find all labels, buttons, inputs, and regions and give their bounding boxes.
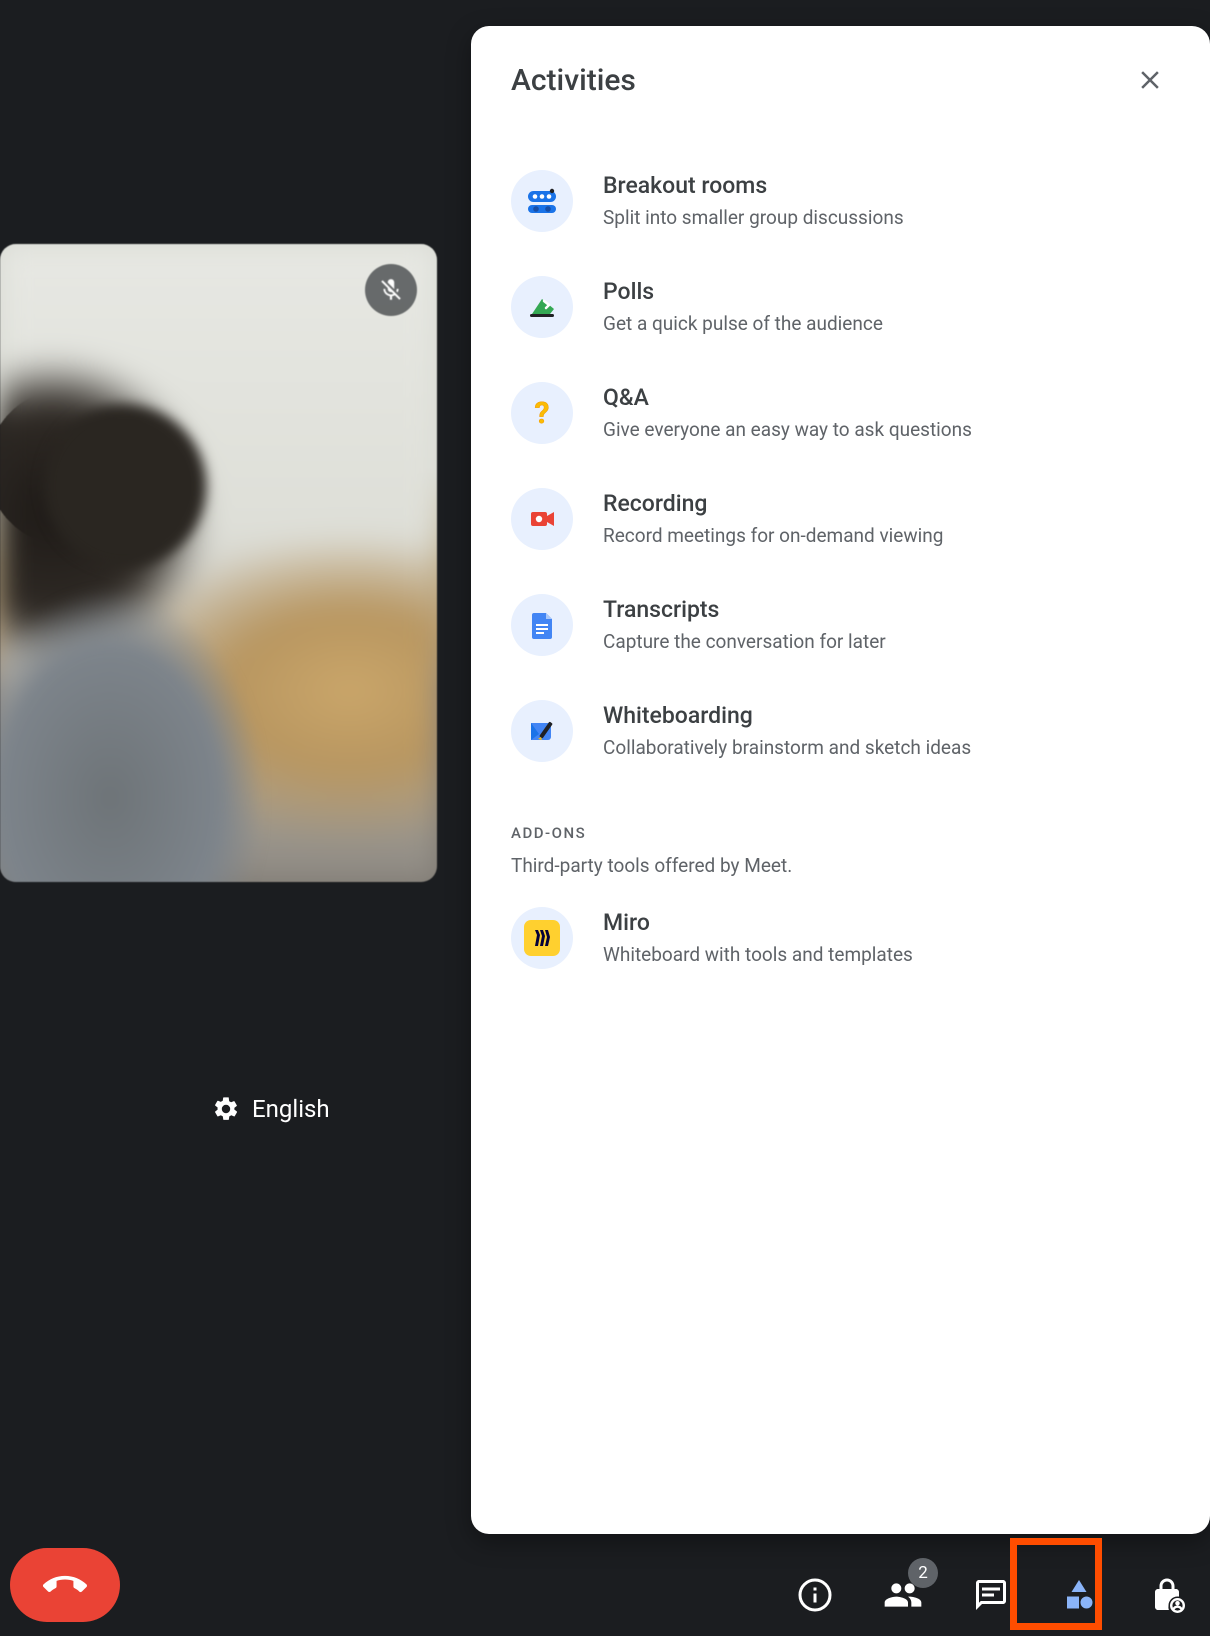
addon-title: Miro: [603, 909, 1170, 936]
polls-icon: [511, 276, 573, 338]
activity-title: Whiteboarding: [603, 702, 1170, 729]
chat-icon: [973, 1577, 1009, 1613]
activity-breakout-rooms[interactable]: Breakout rooms Split into smaller group …: [511, 148, 1170, 254]
activity-desc: Record meetings for on-demand viewing: [603, 523, 1170, 549]
gear-icon: [212, 1095, 240, 1123]
activity-polls[interactable]: Polls Get a quick pulse of the audience: [511, 254, 1170, 360]
info-icon: [797, 1577, 833, 1613]
breakout-rooms-icon: [511, 170, 573, 232]
captions-language-label: English: [252, 1095, 330, 1123]
addon-miro[interactable]: Miro Whiteboard with tools and templates: [511, 885, 1170, 991]
hangup-icon: [43, 1563, 87, 1607]
bottom-bar: 2: [0, 1526, 1210, 1636]
svg-text:?: ?: [535, 396, 550, 431]
activities-panel: Activities Breakout rooms Split into sma…: [471, 26, 1210, 1534]
close-button[interactable]: [1130, 60, 1170, 100]
miro-icon: [511, 907, 573, 969]
mic-muted-icon: [365, 264, 417, 316]
whiteboarding-icon: [511, 700, 573, 762]
close-icon: [1135, 65, 1165, 95]
shapes-icon: [1061, 1577, 1097, 1613]
addons-section-label: ADD-ONS: [511, 824, 1170, 842]
activity-qa[interactable]: ? ? Q&A Give everyone an easy way to ask…: [511, 360, 1170, 466]
transcripts-icon: [511, 594, 573, 656]
activity-title: Q&A: [603, 384, 1170, 411]
activity-title: Recording: [603, 490, 1170, 517]
host-controls-button[interactable]: [1144, 1572, 1190, 1618]
activity-whiteboarding[interactable]: Whiteboarding Collaboratively brainstorm…: [511, 678, 1170, 784]
activities-button[interactable]: [1056, 1572, 1102, 1618]
activity-recording[interactable]: Recording Record meetings for on-demand …: [511, 466, 1170, 572]
activity-desc: Collaboratively brainstorm and sketch id…: [603, 735, 1170, 761]
activity-title: Breakout rooms: [603, 172, 1170, 199]
activity-desc: Split into smaller group discussions: [603, 205, 1170, 231]
activity-desc: Capture the conversation for later: [603, 629, 1170, 655]
panel-title: Activities: [511, 63, 636, 98]
meeting-details-button[interactable]: [792, 1572, 838, 1618]
participants-button[interactable]: 2: [880, 1572, 926, 1618]
leave-call-button[interactable]: [10, 1548, 120, 1622]
chat-button[interactable]: [968, 1572, 1014, 1618]
recording-icon: [511, 488, 573, 550]
captions-language-button[interactable]: English: [212, 1095, 330, 1123]
qa-icon: ? ?: [511, 382, 573, 444]
activity-desc: Give everyone an easy way to ask questio…: [603, 417, 1170, 443]
lock-person-icon: [1149, 1577, 1185, 1613]
addons-section-sub: Third-party tools offered by Meet.: [511, 854, 1170, 877]
video-person: [0, 382, 260, 882]
activity-desc: Get a quick pulse of the audience: [603, 311, 1170, 337]
addon-desc: Whiteboard with tools and templates: [603, 942, 1170, 968]
activity-title: Polls: [603, 278, 1170, 305]
activity-title: Transcripts: [603, 596, 1170, 623]
activity-transcripts[interactable]: Transcripts Capture the conversation for…: [511, 572, 1170, 678]
participant-video-tile[interactable]: [0, 244, 437, 882]
participants-count-badge: 2: [908, 1558, 938, 1588]
